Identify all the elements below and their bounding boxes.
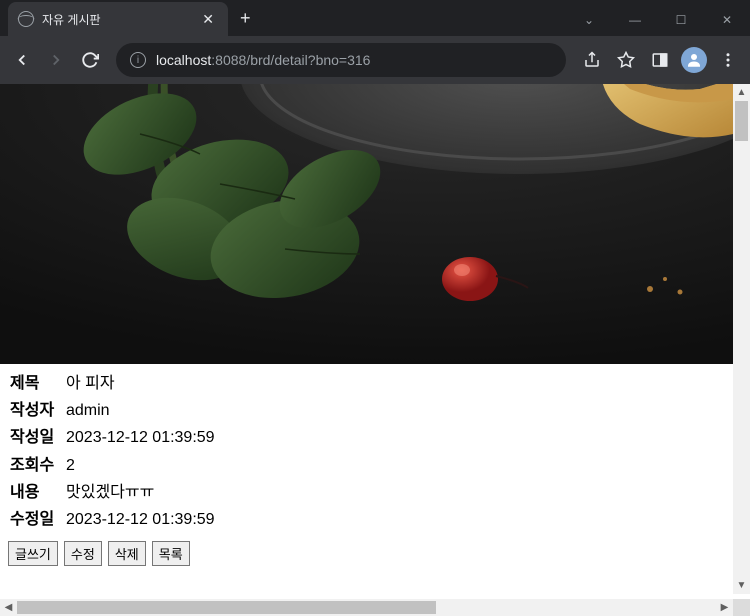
created-value: 2023-12-12 01:39:59: [66, 424, 215, 451]
page-content: 제목 아 피자 작성자 admin 작성일 2023-12-12 01:39:5…: [0, 84, 750, 594]
views-row: 조회수 2: [10, 452, 723, 479]
url-text: localhost:8088/brd/detail?bno=316: [156, 52, 370, 68]
scroll-left-arrow[interactable]: ◀: [0, 599, 17, 616]
minimize-button[interactable]: ―: [612, 4, 658, 36]
views-label: 조회수: [10, 452, 60, 479]
title-label: 제목: [10, 370, 60, 397]
profile-avatar[interactable]: [680, 46, 708, 74]
modified-value: 2023-12-12 01:39:59: [66, 506, 215, 533]
toolbar: i localhost:8088/brd/detail?bno=316: [0, 36, 750, 84]
hscroll-thumb[interactable]: [17, 601, 436, 614]
post-image: [0, 84, 733, 364]
site-info-icon[interactable]: i: [130, 52, 146, 68]
hscroll-track[interactable]: [17, 599, 716, 616]
content-row: 내용 맛있겠다ㅠㅠ: [10, 479, 723, 506]
vscroll-thumb[interactable]: [735, 101, 748, 141]
title-row: 제목 아 피자: [10, 370, 723, 397]
close-window-button[interactable]: ✕: [704, 4, 750, 36]
scroll-up-arrow[interactable]: ▲: [733, 84, 750, 101]
forward-button[interactable]: [42, 46, 70, 74]
browser-chrome: 자유 게시판 ✕ + ⌄ ― ☐ ✕ i localhost:8088/brd/…: [0, 0, 750, 84]
side-panel-icon[interactable]: [646, 46, 674, 74]
vertical-scrollbar[interactable]: ▲ ▼: [733, 84, 750, 594]
address-bar[interactable]: i localhost:8088/brd/detail?bno=316: [116, 43, 566, 77]
scroll-down-arrow[interactable]: ▼: [733, 577, 750, 594]
modified-label: 수정일: [10, 506, 60, 533]
close-tab-icon[interactable]: ✕: [198, 11, 218, 28]
back-button[interactable]: [8, 46, 36, 74]
browser-tab[interactable]: 자유 게시판 ✕: [8, 2, 228, 36]
share-icon[interactable]: [578, 46, 606, 74]
window-controls: ⌄ ― ☐ ✕: [566, 4, 750, 36]
post-details: 제목 아 피자 작성자 admin 작성일 2023-12-12 01:39:5…: [0, 364, 733, 539]
menu-icon[interactable]: [714, 46, 742, 74]
created-row: 작성일 2023-12-12 01:39:59: [10, 424, 723, 451]
content-area: 제목 아 피자 작성자 admin 작성일 2023-12-12 01:39:5…: [0, 84, 733, 594]
new-tab-button[interactable]: +: [228, 8, 263, 29]
author-row: 작성자 admin: [10, 397, 723, 424]
scroll-corner: [733, 599, 750, 616]
author-label: 작성자: [10, 397, 60, 424]
content-label: 내용: [10, 479, 60, 506]
horizontal-scrollbar[interactable]: ◀ ▶: [0, 599, 750, 616]
reload-button[interactable]: [76, 46, 104, 74]
tab-title: 자유 게시판: [42, 11, 190, 28]
write-button[interactable]: 글쓰기: [8, 541, 58, 566]
list-button[interactable]: 목록: [152, 541, 190, 566]
action-buttons: 글쓰기 수정 삭제 목록: [0, 539, 733, 570]
created-label: 작성일: [10, 424, 60, 451]
edit-button[interactable]: 수정: [64, 541, 102, 566]
author-value: admin: [66, 397, 110, 424]
caret-down-icon[interactable]: ⌄: [566, 4, 612, 36]
titlebar: 자유 게시판 ✕ + ⌄ ― ☐ ✕: [0, 0, 750, 36]
modified-row: 수정일 2023-12-12 01:39:59: [10, 506, 723, 533]
views-value: 2: [66, 452, 75, 479]
bookmark-icon[interactable]: [612, 46, 640, 74]
maximize-button[interactable]: ☐: [658, 4, 704, 36]
globe-icon: [18, 11, 34, 27]
delete-button[interactable]: 삭제: [108, 541, 146, 566]
scroll-right-arrow[interactable]: ▶: [716, 599, 733, 616]
content-value: 맛있겠다ㅠㅠ: [66, 479, 154, 506]
title-value: 아 피자: [66, 370, 115, 397]
